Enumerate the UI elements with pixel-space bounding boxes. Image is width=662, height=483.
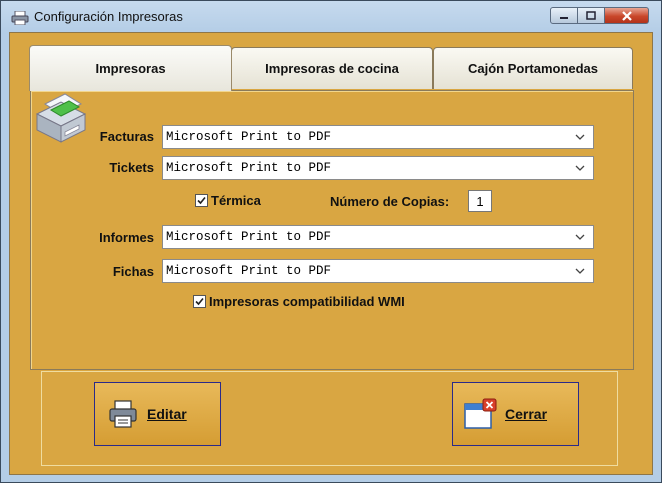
tab-impresoras-cocina[interactable]: Impresoras de cocina xyxy=(231,47,433,89)
wmi-checkbox[interactable]: Impresoras compatibilidad WMI xyxy=(193,294,405,309)
printer-config-window: Configuración Impresoras Impresoras Impr… xyxy=(0,0,662,483)
copies-input[interactable]: 1 xyxy=(468,190,492,212)
fichas-select[interactable]: Microsoft Print to PDF xyxy=(162,259,594,283)
close-icon xyxy=(621,10,632,21)
tab-label: Impresoras de cocina xyxy=(265,61,399,76)
tab-label: Impresoras xyxy=(95,61,166,76)
chevron-down-icon xyxy=(575,134,585,140)
title-bar[interactable]: Configuración Impresoras xyxy=(1,1,661,33)
tab-label: Cajón Portamonedas xyxy=(467,61,599,76)
edit-button-label: Editar xyxy=(147,406,187,422)
chevron-down-icon xyxy=(575,268,585,274)
printer-icon xyxy=(109,400,137,428)
chevron-down-icon xyxy=(575,165,585,171)
informes-select[interactable]: Microsoft Print to PDF xyxy=(162,225,594,249)
tickets-select[interactable]: Microsoft Print to PDF xyxy=(162,156,594,180)
facturas-value: Microsoft Print to PDF xyxy=(166,130,332,144)
wmi-label: Impresoras compatibilidad WMI xyxy=(209,294,405,309)
tab-cajon-portamonedas[interactable]: Cajón Portamonedas xyxy=(433,47,633,89)
minimize-icon xyxy=(560,16,568,19)
copies-value: 1 xyxy=(476,194,484,209)
close-button[interactable]: Cerrar xyxy=(452,382,579,446)
tab-impresoras[interactable]: Impresoras xyxy=(29,45,232,91)
chevron-down-icon xyxy=(575,234,585,240)
informes-value: Microsoft Print to PDF xyxy=(166,230,332,244)
close-window-button[interactable] xyxy=(605,7,649,24)
printer-icon xyxy=(11,11,29,25)
tickets-value: Microsoft Print to PDF xyxy=(166,161,332,175)
fichas-value: Microsoft Print to PDF xyxy=(166,264,332,278)
edit-button[interactable]: Editar xyxy=(94,382,221,446)
informes-label: Informes xyxy=(99,230,154,245)
checkmark-icon xyxy=(197,196,206,205)
checkmark-icon xyxy=(195,297,204,306)
facturas-select[interactable]: Microsoft Print to PDF xyxy=(162,125,594,149)
client-area: Impresoras Impresoras de cocina Cajón Po… xyxy=(9,32,653,475)
tickets-label: Tickets xyxy=(109,160,154,175)
window-title: Configuración Impresoras xyxy=(34,9,183,24)
maximize-button[interactable] xyxy=(578,7,605,24)
window-controls xyxy=(550,7,649,24)
maximize-icon xyxy=(586,11,596,20)
minimize-button[interactable] xyxy=(550,7,578,24)
fichas-label: Fichas xyxy=(112,264,154,279)
window-close-icon xyxy=(464,398,497,429)
wmi-checkbox-box[interactable] xyxy=(193,295,206,308)
close-button-label: Cerrar xyxy=(505,406,548,422)
copies-label: Número de Copias: xyxy=(330,194,450,209)
termica-checkbox[interactable]: Térmica xyxy=(195,193,261,208)
printer-icon xyxy=(35,93,87,143)
termica-label: Térmica xyxy=(211,193,261,208)
termica-checkbox-box[interactable] xyxy=(195,194,208,207)
